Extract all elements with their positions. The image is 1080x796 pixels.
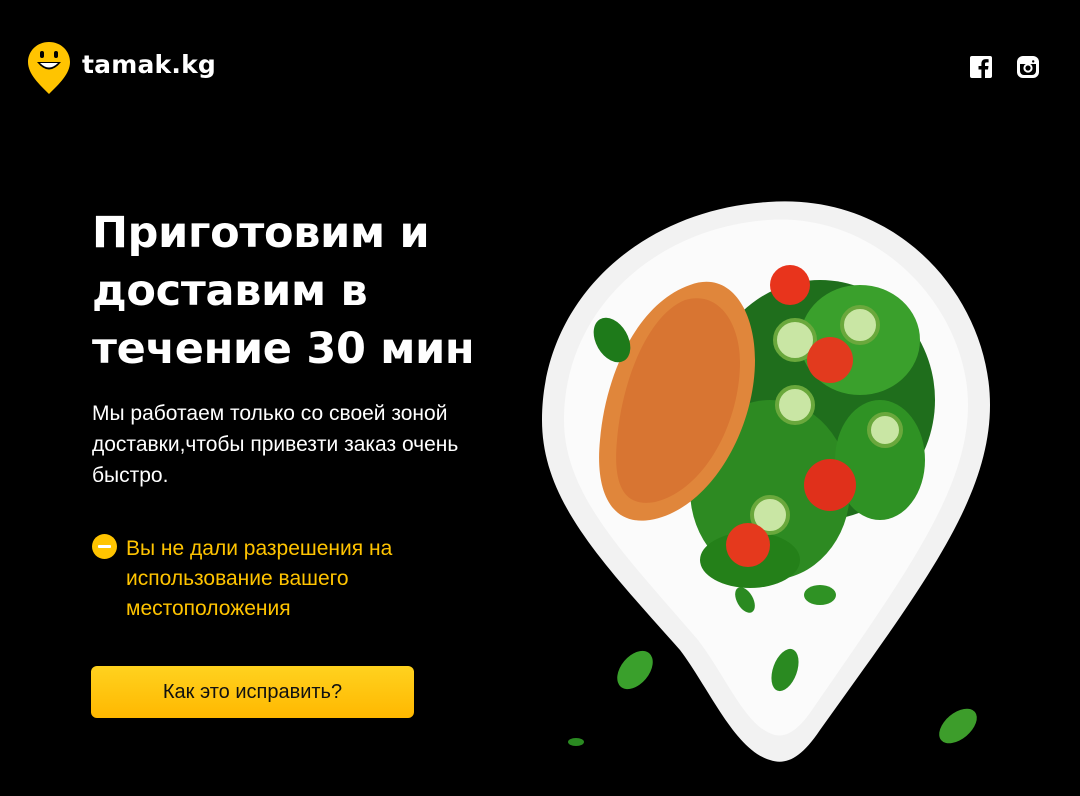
facebook-icon[interactable] xyxy=(970,56,992,78)
food-plate-image xyxy=(542,201,990,762)
hero: Приготовим и доставим в течение 30 мин М… xyxy=(92,204,552,491)
how-to-fix-button[interactable]: Как это исправить? xyxy=(91,666,414,718)
header: tamak.kg xyxy=(0,0,1080,130)
hero-title-line: течение 30 мин xyxy=(92,324,475,374)
location-warning-text: Вы не дали разрешения на использование в… xyxy=(126,537,393,620)
hero-description: Мы работаем только со своей зоной достав… xyxy=(92,402,459,487)
minus-circle-icon xyxy=(92,534,117,559)
logo[interactable]: tamak.kg xyxy=(26,40,216,96)
instagram-icon[interactable] xyxy=(1017,56,1039,78)
hero-title-line: доставим в xyxy=(92,266,368,316)
logo-text: tamak.kg xyxy=(82,49,216,79)
smiley-pin-logo-icon xyxy=(28,42,70,94)
hero-title-line: Приготовим и xyxy=(92,208,430,258)
location-warning: Вы не дали разрешения на использование в… xyxy=(92,534,456,624)
hero-title: Приготовим и доставим в течение 30 мин xyxy=(92,204,552,378)
